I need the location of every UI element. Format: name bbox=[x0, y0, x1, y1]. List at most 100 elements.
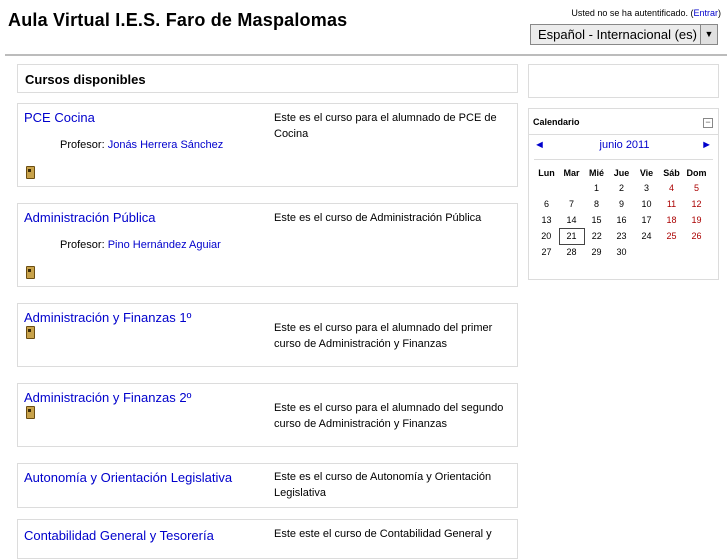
calendar-day[interactable]: 25 bbox=[659, 228, 684, 244]
calendar-weekday: Sáb bbox=[663, 168, 680, 178]
course-item: Administración y Finanzas 1º Este es el … bbox=[17, 303, 518, 367]
calendar-day[interactable]: 26 bbox=[684, 228, 709, 244]
course-item: Administración Pública Profesor: Pino He… bbox=[17, 203, 518, 287]
calendar-weekday: Dom bbox=[686, 168, 707, 178]
calendar-weekday: Jue bbox=[613, 168, 630, 178]
calendar-day[interactable]: 9 bbox=[609, 196, 634, 212]
course-summary: Este es el curso para el alumnado del se… bbox=[274, 402, 504, 430]
course-link[interactable]: Administración y Finanzas 1º bbox=[24, 310, 191, 325]
calendar-day[interactable]: 15 bbox=[584, 212, 609, 228]
guest-access-icon bbox=[26, 166, 35, 179]
course-link[interactable]: Contabilidad General y Tesorería bbox=[24, 528, 214, 543]
calendar-day[interactable]: 19 bbox=[684, 212, 709, 228]
calendar-day[interactable]: 22 bbox=[584, 228, 609, 244]
calendar-block: Calendario − junio 2011 ◄ ► Lun Mar Mié Jue… bbox=[528, 108, 719, 280]
calendar-day[interactable]: 1 bbox=[584, 180, 609, 196]
login-status-text: Usted no se ha autentificado. ( bbox=[571, 8, 694, 18]
calendar-weekday: Vie bbox=[639, 168, 654, 178]
calendar-day[interactable]: 28 bbox=[559, 244, 584, 260]
login-status-close: ) bbox=[718, 8, 721, 18]
guest-access-icon bbox=[26, 266, 35, 279]
calendar-weekday: Mar bbox=[563, 168, 580, 178]
calendar-day[interactable]: 5 bbox=[684, 180, 709, 196]
calendar-week: 20 21 22 23 24 25 26 bbox=[534, 227, 709, 245]
teacher-link[interactable]: Jonás Herrera Sánchez bbox=[108, 139, 224, 151]
calendar-day[interactable]: 18 bbox=[659, 212, 684, 228]
available-courses-heading: Cursos disponibles bbox=[17, 64, 518, 93]
calendar-empty-cell bbox=[634, 244, 659, 260]
calendar-title: Calendario bbox=[533, 117, 580, 127]
collapse-icon[interactable]: − bbox=[703, 118, 713, 128]
course-item: PCE Cocina Profesor: Jonás Herrera Sánch… bbox=[17, 103, 518, 187]
calendar-day[interactable]: 12 bbox=[684, 196, 709, 212]
calendar-divider bbox=[534, 159, 713, 160]
language-select-value: Español - Internacional (es) bbox=[538, 27, 697, 42]
page-header: Aula Virtual I.E.S. Faro de Maspalomas U… bbox=[0, 0, 727, 56]
calendar-empty-cell bbox=[659, 244, 684, 260]
calendar-title-divider bbox=[529, 134, 718, 135]
calendar-day[interactable]: 20 bbox=[534, 228, 559, 244]
calendar-weekday: Mié bbox=[588, 168, 604, 178]
course-link[interactable]: Autonomía y Orientación Legislativa bbox=[24, 470, 232, 485]
calendar-day[interactable]: 24 bbox=[634, 228, 659, 244]
course-link[interactable]: PCE Cocina bbox=[24, 110, 95, 125]
course-item: Administración y Finanzas 2º Este es el … bbox=[17, 383, 518, 447]
available-courses-title: Cursos disponibles bbox=[25, 72, 146, 87]
calendar-week: 27 28 29 30 bbox=[534, 244, 709, 260]
calendar-week: 13 14 15 16 17 18 19 bbox=[534, 212, 709, 228]
teacher-label: Profesor: bbox=[60, 239, 105, 251]
calendar-day[interactable]: 29 bbox=[584, 244, 609, 260]
next-month-icon[interactable]: ► bbox=[701, 139, 712, 151]
course-link[interactable]: Administración y Finanzas 2º bbox=[24, 390, 191, 405]
course-teacher: Profesor: Jonás Herrera Sánchez bbox=[60, 139, 223, 151]
course-teacher: Profesor: Pino Hernández Aguiar bbox=[60, 239, 221, 251]
course-link[interactable]: Administración Pública bbox=[24, 210, 156, 225]
calendar-day[interactable]: 16 bbox=[609, 212, 634, 228]
teacher-link[interactable]: Pino Hernández Aguiar bbox=[108, 239, 221, 251]
course-summary: Este es el curso de Administración Públi… bbox=[274, 212, 482, 224]
login-info: Usted no se ha autentificado. (Entrar) bbox=[571, 8, 721, 18]
calendar-weekday: Lun bbox=[538, 168, 555, 178]
calendar-day[interactable]: 30 bbox=[609, 244, 634, 260]
calendar-month[interactable]: junio 2011 bbox=[600, 139, 650, 151]
course-summary: Este es el curso para el alumnado del pr… bbox=[274, 322, 493, 350]
calendar-today[interactable]: 21 bbox=[558, 227, 585, 245]
calendar-weekday-row: Lun Mar Mié Jue Vie Sáb Dom bbox=[534, 166, 709, 180]
calendar-day[interactable]: 10 bbox=[634, 196, 659, 212]
side-block bbox=[528, 64, 719, 98]
language-select[interactable]: Español - Internacional (es) ▼ bbox=[530, 24, 718, 45]
login-link[interactable]: Entrar bbox=[693, 8, 718, 18]
course-item: Contabilidad General y Tesorería Este es… bbox=[17, 519, 518, 559]
calendar-day[interactable]: 6 bbox=[534, 196, 559, 212]
calendar-month-link: junio 2011 bbox=[529, 139, 720, 151]
calendar-day[interactable]: 27 bbox=[534, 244, 559, 260]
calendar-day[interactable]: 4 bbox=[659, 180, 684, 196]
calendar-day[interactable]: 3 bbox=[634, 180, 659, 196]
guest-access-icon bbox=[26, 406, 35, 419]
teacher-label: Profesor: bbox=[60, 139, 105, 151]
calendar-week: 12345 bbox=[534, 180, 709, 196]
calendar-week: 6 7 8 9 10 11 12 bbox=[534, 196, 709, 212]
calendar-empty-cell bbox=[684, 244, 709, 260]
course-summary: Este es el curso para el alumnado de PCE… bbox=[274, 112, 497, 140]
chevron-down-icon[interactable]: ▼ bbox=[700, 25, 717, 44]
calendar-day[interactable]: 7 bbox=[559, 196, 584, 212]
course-summary: Este este el curso de Contabilidad Gener… bbox=[274, 528, 492, 540]
calendar-day[interactable]: 17 bbox=[634, 212, 659, 228]
calendar-day[interactable]: 8 bbox=[584, 196, 609, 212]
course-item: Autonomía y Orientación Legislativa Este… bbox=[17, 463, 518, 508]
calendar-empty-cell bbox=[559, 180, 584, 196]
previous-month-icon[interactable]: ◄ bbox=[534, 139, 545, 151]
calendar-grid: Lun Mar Mié Jue Vie Sáb Dom 1 2 3 4 5 6 7 8 9 10 11 12 13 1… bbox=[534, 166, 710, 260]
calendar-days: 1 2 3 4 5 6 7 8 9 10 11 12 13 14 15 16 17 18 19 20 21 22 23 24 2… bbox=[534, 180, 709, 260]
calendar-empty-cell bbox=[534, 180, 559, 196]
calendar-day[interactable]: 14 bbox=[559, 212, 584, 228]
course-summary: Este es el curso de Autonomía y Orientac… bbox=[274, 471, 492, 499]
guest-access-icon bbox=[26, 326, 35, 339]
header-divider bbox=[5, 54, 727, 56]
site-title: Aula Virtual I.E.S. Faro de Maspalomas bbox=[8, 10, 348, 30]
calendar-day[interactable]: 2 bbox=[609, 180, 634, 196]
calendar-day[interactable]: 11 bbox=[659, 196, 684, 212]
calendar-day[interactable]: 23 bbox=[609, 228, 634, 244]
calendar-day[interactable]: 13 bbox=[534, 212, 559, 228]
